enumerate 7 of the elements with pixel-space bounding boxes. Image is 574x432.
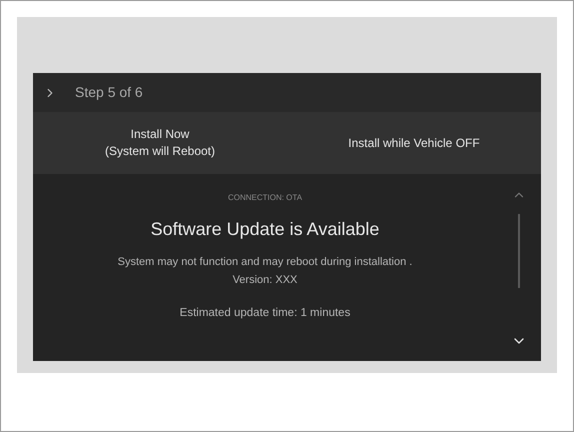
estimated-time: Estimated update time: 1 minutes (180, 306, 350, 321)
update-message: System may not function and may reboot during installation . Version: XXX (118, 255, 412, 288)
update-title: Software Update is Available (150, 218, 380, 241)
connection-caption: CONNECTION: OTA (228, 192, 302, 204)
step-title: Step 5 of 6 (75, 83, 143, 102)
install-button[interactable]: Install Now (System will Reboot) (33, 112, 287, 174)
install-button[interactable]: Install while Vehicle OFF (287, 112, 541, 174)
